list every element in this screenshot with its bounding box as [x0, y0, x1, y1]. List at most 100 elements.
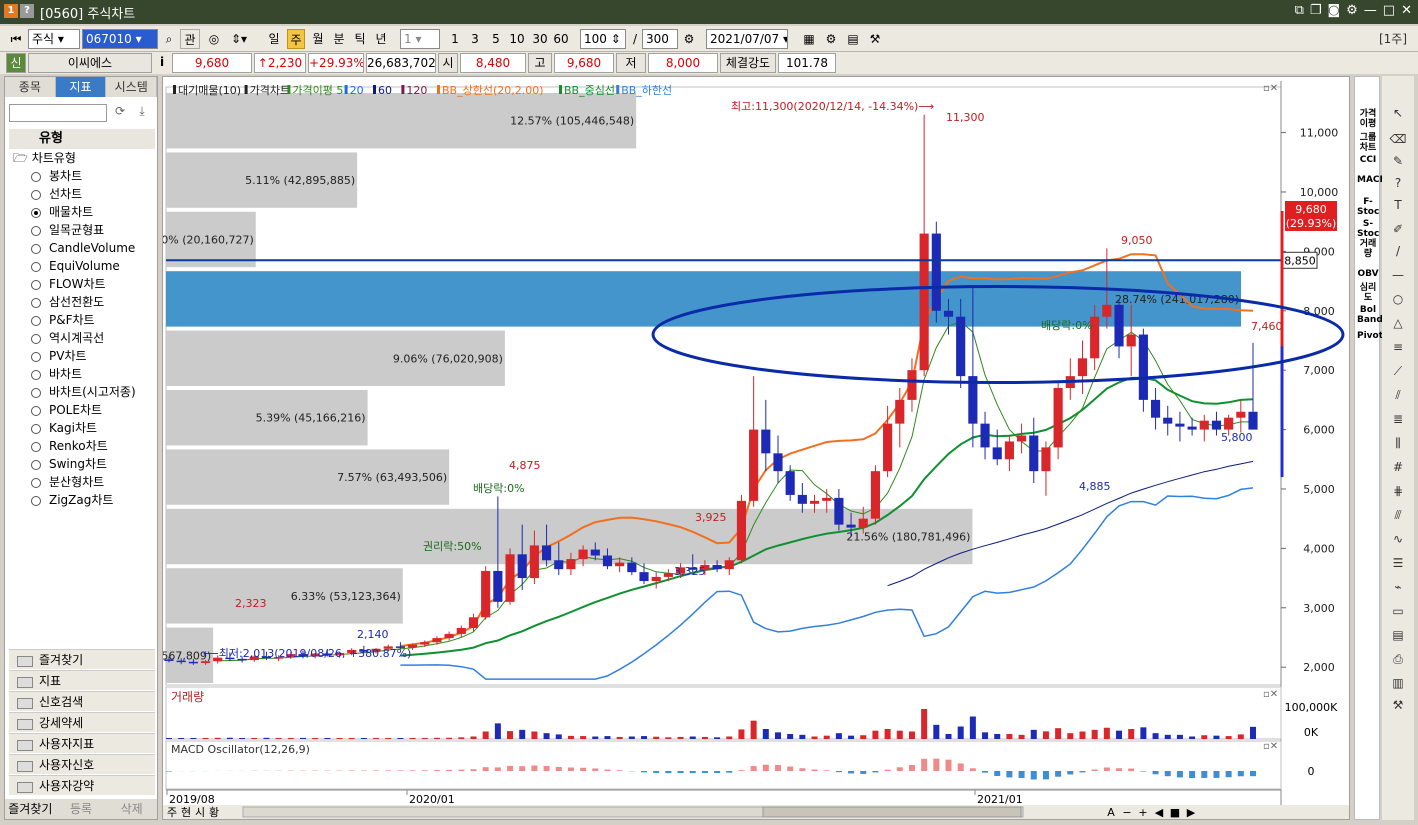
chart-type-18[interactable]: ZigZag차트 [31, 491, 113, 509]
paint-icon[interactable]: ✎ [1388, 154, 1408, 168]
indicator-shortcut-2[interactable]: CCI [1357, 155, 1379, 165]
register-button[interactable]: 등록 [56, 799, 107, 819]
search-icon[interactable]: ⌕ [160, 29, 178, 49]
eraser-icon[interactable]: ⌫ [1388, 132, 1408, 146]
first-icon[interactable]: ⏮ [6, 29, 26, 49]
indicator-shortcut-6[interactable]: 거래량 [1357, 239, 1379, 259]
minimize-icon[interactable]: — [1364, 3, 1377, 18]
info-icon[interactable]: i [154, 53, 170, 73]
type-section[interactable]: 유형 [9, 129, 155, 149]
settings-small-icon[interactable]: ⚙ [680, 29, 698, 49]
radio-icon[interactable] [31, 225, 41, 236]
brush-icon[interactable]: ✐ [1388, 222, 1408, 236]
link-toggle-icon[interactable]: ◎ [204, 29, 224, 49]
bars-icon[interactable]: ▥ [1388, 676, 1408, 690]
quick-1[interactable]: 1 [446, 29, 464, 49]
radio-icon[interactable] [31, 333, 41, 344]
chart-type-13[interactable]: POLE차트 [31, 401, 102, 419]
triangle-icon[interactable]: △ [1388, 316, 1408, 330]
folder-5[interactable]: 사용자신호 [9, 754, 155, 774]
chart-type-14[interactable]: Kagi차트 [31, 419, 97, 437]
indicator-shortcut-3[interactable]: MACD [1357, 175, 1387, 185]
indicator-shortcut-7[interactable]: OBV [1357, 269, 1379, 279]
folder-0[interactable]: 즐겨찾기 [9, 649, 155, 669]
indicator-shortcut-9[interactable]: Bol Band [1357, 305, 1383, 325]
radio-icon[interactable] [31, 243, 41, 254]
radio-icon[interactable] [31, 459, 41, 470]
cycle-icon[interactable]: ⫼ [1388, 436, 1408, 450]
radio-icon[interactable] [31, 423, 41, 434]
quick-5[interactable]: 5 [487, 29, 505, 49]
ray-icon[interactable]: ⟋ [1388, 364, 1408, 378]
chart-type-7[interactable]: 삼선전환도 [31, 293, 104, 311]
download-icon[interactable]: ⤓ [133, 104, 151, 122]
fan-icon[interactable]: ⫽ [1388, 388, 1408, 402]
maximize-icon[interactable]: □ [1383, 3, 1395, 18]
help-icon[interactable]: ? [20, 4, 34, 18]
folder-6[interactable]: 사용자강약 [9, 775, 155, 795]
tab-stock[interactable]: 종목 [5, 77, 56, 97]
period-week[interactable]: 주 [287, 29, 305, 49]
interval-select[interactable]: 1 ▾ [400, 29, 440, 49]
chart-type-16[interactable]: Swing차트 [31, 455, 107, 473]
tools-icon[interactable]: ⚒ [866, 29, 884, 49]
radio-icon[interactable] [31, 171, 41, 182]
tab-indicator[interactable]: 지표 [55, 77, 107, 97]
radio-icon[interactable] [31, 315, 41, 326]
window-icon[interactable]: ▭ [1388, 604, 1408, 618]
radio-icon[interactable] [31, 261, 41, 272]
chart-type-5[interactable]: EquiVolume [31, 257, 120, 275]
hline-icon[interactable]: — [1388, 268, 1408, 282]
favorites-tab[interactable]: 즐겨찾기 [5, 799, 56, 819]
chart-type-3[interactable]: 일목균형표 [31, 221, 104, 239]
chart-area[interactable]: 11,000 10,000 9,000 8,000 7,000 6,000 5,000 4,0… [101, 76, 1350, 820]
delete-button[interactable]: 삭제 [106, 799, 157, 819]
gear-icon[interactable]: ⚙ [1346, 3, 1358, 18]
close-icon[interactable]: ✕ [1401, 3, 1412, 18]
chart-type-6[interactable]: FLOW차트 [31, 275, 106, 293]
gwan-button[interactable]: 관 [180, 29, 200, 49]
radio-icon[interactable] [31, 279, 41, 290]
chart-type-2[interactable]: 매물차트 [31, 203, 93, 221]
folder-1[interactable]: 지표 [9, 670, 155, 690]
cursor-icon[interactable]: ↖ [1388, 106, 1408, 120]
text-icon[interactable]: T [1388, 198, 1408, 212]
grid-icon[interactable]: ⋕ [1388, 484, 1408, 498]
period-year[interactable]: 년 [371, 29, 391, 49]
filter-input[interactable] [9, 104, 107, 122]
help-question-icon[interactable]: ? [1388, 176, 1408, 190]
circle-icon[interactable]: ○ [1388, 292, 1408, 306]
gann-icon[interactable]: # [1388, 460, 1408, 474]
period-tick[interactable]: 틱 [350, 29, 370, 49]
radio-icon[interactable] [31, 207, 41, 218]
indicator-shortcut-5[interactable]: S-Stoc [1357, 219, 1379, 239]
radio-icon[interactable] [31, 369, 41, 380]
quick-10[interactable]: 10 [506, 29, 528, 49]
updown-icon[interactable]: ⇕▾ [226, 29, 252, 49]
indicator-shortcut-0[interactable]: 가격이평 [1357, 109, 1379, 129]
list-icon[interactable]: ☰ [1388, 556, 1408, 570]
period-day[interactable]: 일 [264, 29, 284, 49]
indicator-shortcut-1[interactable]: 그룹차트 [1357, 133, 1379, 153]
chart-type-15[interactable]: Renko차트 [31, 437, 108, 455]
folder-3[interactable]: 강세약세 [9, 712, 155, 732]
chart-type-0[interactable]: 봉차트 [31, 167, 82, 185]
quick-60[interactable]: 60 [550, 29, 572, 49]
radio-icon[interactable] [31, 351, 41, 362]
radio-icon[interactable] [31, 405, 41, 416]
radio-icon[interactable] [31, 297, 41, 308]
radio-icon[interactable] [31, 189, 41, 200]
folder-4[interactable]: 사용자지표 [9, 733, 155, 753]
fib-icon[interactable]: ≣ [1388, 412, 1408, 426]
radio-icon[interactable] [31, 495, 41, 506]
radio-icon[interactable] [31, 387, 41, 398]
period-month[interactable]: 월 [308, 29, 328, 49]
link-icon[interactable]: ⧉ [1295, 3, 1304, 18]
chart-type-9[interactable]: 역시계곡선 [31, 329, 104, 347]
copy-icon[interactable]: ❐ [1310, 3, 1322, 18]
market-select[interactable]: 주식 ▾ [28, 29, 80, 49]
chart-type-4[interactable]: CandleVolume [31, 239, 135, 257]
chart-type-12[interactable]: 바차트(시고저종) [31, 383, 136, 401]
chart-svg[interactable]: 11,00010,0009,0008,0007,0006,0005,0004,0… [101, 77, 1349, 819]
chart-type-8[interactable]: P&F차트 [31, 311, 95, 329]
